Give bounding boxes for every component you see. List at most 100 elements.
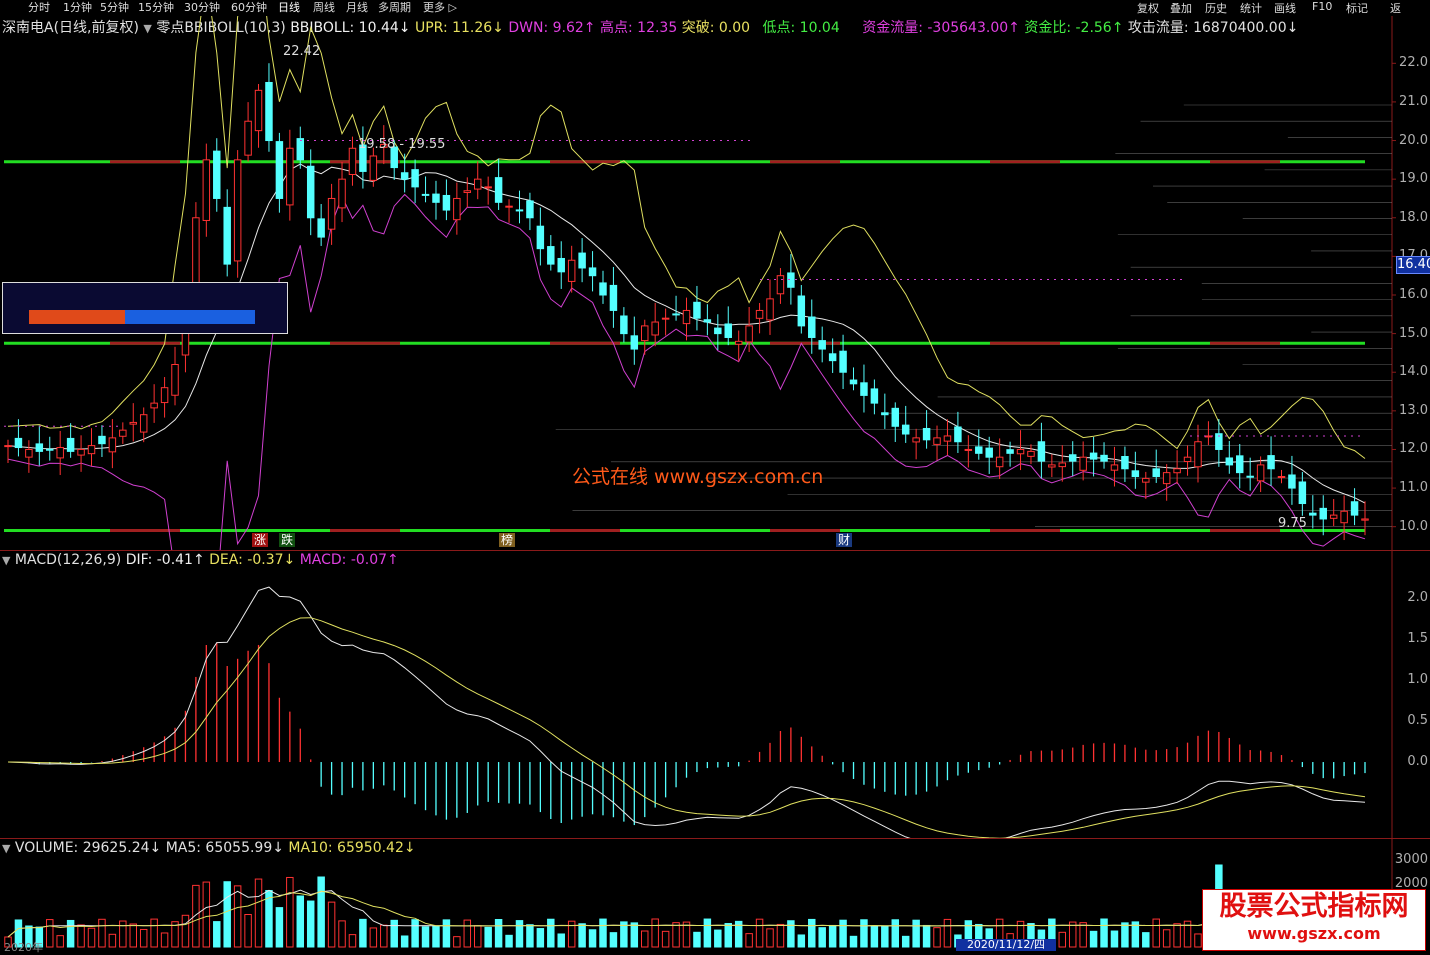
volume-bar bbox=[66, 919, 75, 948]
candle-body bbox=[724, 323, 732, 338]
candle-body bbox=[1319, 507, 1327, 520]
right-toolbar: 复权 叠加 历史 统计 画线 F10 标记 返 bbox=[0, 0, 1430, 15]
candle-body bbox=[641, 325, 649, 342]
right-tool-1[interactable]: 叠加 bbox=[1170, 0, 1192, 16]
volume-bar bbox=[557, 933, 565, 948]
volume-bar bbox=[181, 914, 190, 948]
marker-cai[interactable]: 财 bbox=[836, 533, 853, 547]
candle-body bbox=[1361, 518, 1369, 521]
volume-bar bbox=[1173, 923, 1181, 948]
volume-bar bbox=[1058, 931, 1067, 948]
candle-body bbox=[609, 284, 618, 311]
volume-bar bbox=[87, 927, 96, 948]
trough-label: 9.75 bbox=[1278, 516, 1307, 531]
watermark: 公式在线 www.gszx.com.cn bbox=[572, 466, 824, 488]
candle-body bbox=[714, 327, 722, 335]
volume-bar bbox=[515, 920, 524, 948]
volume-bar bbox=[432, 925, 440, 948]
candle-body bbox=[77, 448, 85, 456]
volume-bar bbox=[651, 918, 659, 948]
candle-body bbox=[296, 138, 305, 161]
volume-bar bbox=[787, 920, 795, 948]
candle-body bbox=[119, 429, 127, 437]
candle-body bbox=[734, 340, 743, 345]
macd-axis-label-0: 2.0 bbox=[1407, 589, 1428, 605]
volume-bar bbox=[641, 930, 649, 948]
volume-bar bbox=[369, 927, 378, 948]
candle-body bbox=[912, 437, 920, 443]
price-axis-label-8: 14.0 bbox=[1399, 364, 1428, 380]
candle-body bbox=[1152, 468, 1160, 477]
candle-body bbox=[881, 412, 889, 416]
candle-body bbox=[870, 388, 879, 404]
right-tool-4[interactable]: 画线 bbox=[1274, 0, 1296, 16]
dif-line bbox=[7, 586, 1366, 839]
volume-bar bbox=[599, 918, 607, 948]
candle-body bbox=[922, 427, 931, 441]
right-tool-5[interactable]: F10 bbox=[1312, 0, 1332, 13]
marker-bang[interactable]: 榜 bbox=[499, 533, 516, 547]
volume-bar bbox=[849, 935, 858, 948]
volume-bar bbox=[693, 931, 701, 948]
candle-body bbox=[1173, 468, 1181, 474]
price-axis-label-6: 16.0 bbox=[1399, 287, 1428, 302]
volume-bar bbox=[296, 895, 305, 948]
marker-die[interactable]: 跌 bbox=[279, 533, 296, 547]
candle-body bbox=[588, 267, 597, 277]
volume-bar bbox=[359, 918, 367, 948]
volume-bar bbox=[327, 901, 336, 948]
candle-body bbox=[557, 257, 565, 273]
volume-bar bbox=[901, 935, 910, 948]
candle-body bbox=[87, 445, 96, 455]
volume-bar bbox=[755, 918, 764, 948]
candle-body bbox=[139, 414, 148, 433]
candle-body bbox=[1121, 456, 1129, 470]
right-tool-3[interactable]: 统计 bbox=[1240, 0, 1262, 16]
candle-body bbox=[515, 209, 524, 212]
candle-body bbox=[860, 382, 868, 396]
candle-body bbox=[1204, 435, 1213, 438]
lower-band bbox=[7, 193, 1366, 550]
candle-body bbox=[1016, 448, 1025, 455]
volume-bar bbox=[129, 923, 137, 948]
volume-bar bbox=[213, 921, 221, 948]
volume-bar bbox=[922, 924, 931, 948]
candle-body bbox=[964, 448, 973, 451]
candle-body bbox=[808, 316, 816, 338]
right-tool-0[interactable]: 复权 bbox=[1137, 0, 1159, 16]
right-tool-7[interactable]: 返 bbox=[1390, 0, 1401, 16]
candle-body bbox=[1089, 452, 1098, 460]
right-tool-6[interactable]: 标记 bbox=[1346, 0, 1368, 16]
candle-body bbox=[150, 402, 158, 409]
candle-body bbox=[233, 159, 242, 262]
candle-body bbox=[411, 169, 419, 188]
range-label: 19.58 - 19.55 bbox=[358, 137, 446, 152]
volume-bar bbox=[390, 919, 398, 948]
volume-bar bbox=[400, 935, 409, 948]
candle-body bbox=[1006, 449, 1014, 454]
candle-body bbox=[818, 340, 826, 350]
candle-body bbox=[651, 321, 659, 336]
candle-body bbox=[286, 147, 294, 206]
volume-bar bbox=[526, 924, 534, 948]
candle-body bbox=[1277, 475, 1286, 478]
candle-body bbox=[1068, 454, 1077, 462]
volume-bar bbox=[98, 918, 106, 948]
candle-body bbox=[755, 309, 764, 319]
macd-chart[interactable] bbox=[0, 551, 1430, 839]
volume-bar bbox=[244, 914, 252, 948]
right-tool-2[interactable]: 历史 bbox=[1205, 0, 1227, 16]
price-axis-label-3: 19.0 bbox=[1399, 171, 1428, 187]
price-axis-label-2: 20.0 bbox=[1399, 132, 1428, 148]
candle-body bbox=[213, 150, 221, 199]
candle-body bbox=[828, 353, 837, 362]
marker-zhang[interactable]: 涨 bbox=[252, 533, 269, 547]
candle-body bbox=[1183, 456, 1192, 463]
candle-body bbox=[505, 205, 513, 208]
candle-body bbox=[369, 155, 378, 181]
candle-body bbox=[1350, 501, 1359, 516]
volume-bar bbox=[703, 918, 712, 948]
volume-bar bbox=[463, 919, 472, 948]
candle-body bbox=[306, 165, 315, 219]
brand-url: www.gszx.com bbox=[1247, 924, 1381, 943]
